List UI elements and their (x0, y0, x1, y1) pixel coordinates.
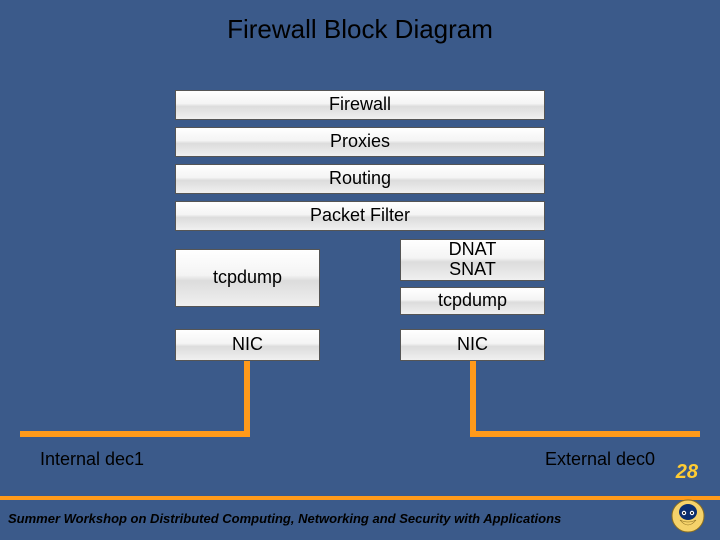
block-nic-right: NIC (400, 329, 545, 361)
block-nic-left: NIC (175, 329, 320, 361)
block-routing: Routing (175, 164, 545, 194)
block-firewall: Firewall (175, 90, 545, 120)
block-tcpdump-left: tcpdump (175, 249, 320, 307)
label-internal-network: Internal dec1 (40, 449, 144, 470)
slide-number: 28 (676, 461, 698, 484)
wire-external-horizontal (470, 431, 700, 437)
logo-icon (670, 498, 706, 534)
firewall-diagram: Firewall Proxies Routing Packet Filter t… (0, 55, 720, 475)
dnat-label: DNAT (449, 240, 497, 260)
wire-internal-vertical (244, 361, 250, 435)
footer-text: Summer Workshop on Distributed Computing… (8, 511, 561, 526)
label-external-network: External dec0 (545, 449, 655, 470)
page-title: Firewall Block Diagram (0, 0, 720, 55)
block-proxies: Proxies (175, 127, 545, 157)
block-tcpdump-right: tcpdump (400, 287, 545, 315)
wire-external-vertical (470, 361, 476, 435)
wire-internal-horizontal (20, 431, 250, 437)
block-dnat-snat: DNAT SNAT (400, 239, 545, 281)
snat-label: SNAT (449, 260, 496, 280)
block-packet-filter: Packet Filter (175, 201, 545, 231)
footer-divider (0, 496, 720, 500)
